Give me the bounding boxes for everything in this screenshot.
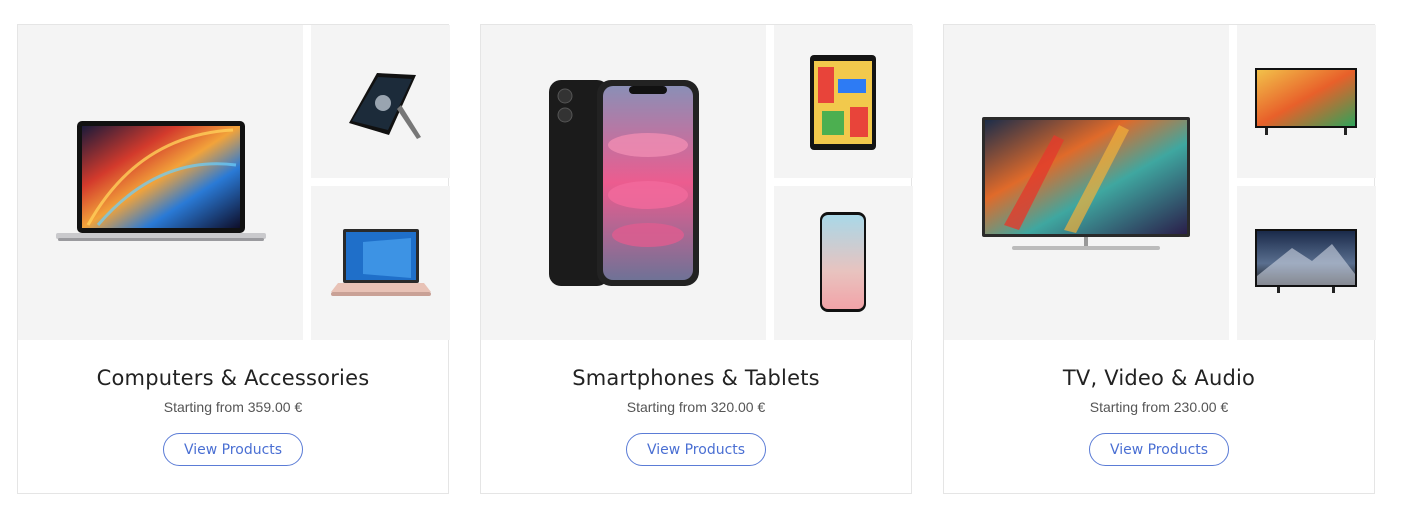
product-gallery — [481, 25, 913, 340]
view-products-button[interactable]: View Products — [1089, 433, 1229, 466]
view-products-button[interactable]: View Products — [163, 433, 303, 466]
qled-tv-image[interactable] — [944, 25, 1229, 340]
category-card-computers: Computers & Accessories Starting from 35… — [17, 24, 450, 494]
view-products-button[interactable]: View Products — [626, 433, 766, 466]
tablet-image[interactable] — [774, 25, 913, 178]
category-card-smartphones: Smartphones & Tablets Starting from 320.… — [480, 24, 913, 494]
category-price: Starting from 230.00 € — [1089, 399, 1229, 415]
tablet-2in1-image[interactable] — [311, 25, 450, 178]
category-title: TV, Video & Audio — [1062, 366, 1256, 390]
category-title: Computers & Accessories — [96, 366, 370, 390]
led-tv-image[interactable] — [1237, 186, 1376, 340]
notebook-image[interactable] — [311, 186, 450, 340]
product-gallery — [18, 25, 450, 340]
phone-image[interactable] — [774, 186, 913, 340]
smartphone-image[interactable] — [481, 25, 766, 340]
laptop-image[interactable] — [18, 25, 303, 340]
smart-tv-image[interactable] — [1237, 25, 1376, 178]
category-title: Smartphones & Tablets — [572, 366, 820, 390]
product-gallery — [944, 25, 1376, 340]
category-price: Starting from 359.00 € — [163, 399, 303, 415]
category-price: Starting from 320.00 € — [626, 399, 766, 415]
category-card-tv: TV, Video & Audio Starting from 230.00 €… — [943, 24, 1376, 494]
